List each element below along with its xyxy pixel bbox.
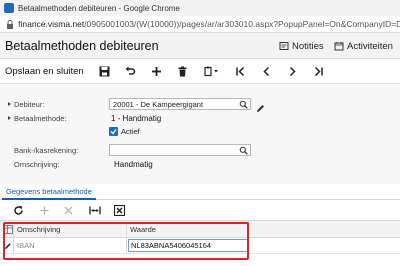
undo-icon[interactable] [123, 64, 137, 78]
payment-method-row: Betaalmethode: 1 - Handmatig [0, 111, 400, 125]
customer-field[interactable]: 20001 - De Kampeergigant [109, 98, 251, 110]
bank-account-field[interactable] [109, 144, 251, 156]
add-icon[interactable] [149, 64, 163, 78]
customer-value: 20001 - De Kampeergigant [113, 99, 204, 109]
customer-row: Debiteur: 20001 - De Kampeergigant [0, 97, 400, 112]
tab-bar: Gegevens betaalmethode [0, 184, 400, 200]
description-label: Omschrijving: [14, 159, 60, 169]
search-icon[interactable] [239, 146, 248, 157]
browser-title-bar: Betaalmethoden debiteuren - Google Chrom… [0, 0, 400, 16]
description-value: Handmatig [114, 159, 153, 169]
fit-columns-icon[interactable] [88, 204, 101, 217]
activities-label: Activiteiten [347, 40, 393, 52]
customer-label: Debiteur: [8, 100, 44, 109]
previous-record-icon[interactable] [259, 64, 273, 78]
url-host: finance.visma.net [18, 19, 85, 29]
description-row: Omschrijving: Handmatig [0, 157, 400, 171]
bank-account-row: Bank-/kasrekening: [0, 143, 400, 157]
notes-icon [279, 42, 289, 50]
next-record-icon[interactable] [285, 64, 299, 78]
calendar-icon [334, 42, 344, 51]
required-marker-icon [8, 102, 11, 106]
highlight-box [3, 222, 249, 260]
notes-label: Notities [292, 40, 324, 52]
payment-method-value: 1 - Handmatig [111, 113, 162, 123]
url-text[interactable]: finance.visma.net/0905001003/(W(10000))/… [18, 19, 400, 29]
tab-payment-method-details[interactable]: Gegevens betaalmethode [2, 184, 96, 200]
search-icon[interactable] [239, 100, 248, 111]
delete-icon[interactable] [175, 64, 189, 78]
add-row-icon[interactable] [38, 204, 51, 217]
active-row: Actief [0, 124, 400, 138]
save-icon[interactable] [97, 64, 111, 78]
active-checkbox[interactable]: Actief [109, 126, 140, 136]
grid-toolbar [0, 200, 400, 220]
active-label: Actief [121, 126, 140, 136]
required-marker-icon [8, 116, 11, 120]
page-title: Betaalmethoden debiteuren [5, 38, 159, 53]
refresh-icon[interactable] [12, 204, 25, 217]
address-bar[interactable]: finance.visma.net/0905001003/(W(10000))/… [0, 16, 400, 33]
notes-button[interactable]: Notities [279, 33, 324, 59]
activities-button[interactable]: Activiteiten [334, 33, 393, 59]
main-toolbar: Opslaan en sluiten [0, 59, 400, 83]
window-title: Betaalmethoden debiteuren - Google Chrom… [18, 3, 180, 13]
page-header: Betaalmethoden debiteuren Notities Activ… [0, 33, 400, 59]
copy-paste-dropdown-icon[interactable] [203, 64, 221, 78]
lock-icon [4, 18, 15, 30]
export-excel-icon[interactable] [113, 204, 126, 217]
save-and-close-button[interactable]: Opslaan en sluiten [5, 66, 84, 77]
last-record-icon[interactable] [311, 64, 325, 78]
url-path: /0905001003/(W(10000))/pages/ar/ar303010… [84, 19, 400, 29]
bank-account-label: Bank-/kasrekening: [14, 145, 79, 155]
first-record-icon[interactable] [233, 64, 247, 78]
delete-row-icon[interactable] [62, 204, 75, 217]
payment-method-label: Betaalmethode: [8, 114, 67, 123]
payment-method-form: Debiteur: 20001 - De Kampeergigant Betaa… [0, 83, 400, 184]
checkbox-checked-icon [109, 126, 118, 136]
app-favicon-icon [4, 3, 14, 13]
